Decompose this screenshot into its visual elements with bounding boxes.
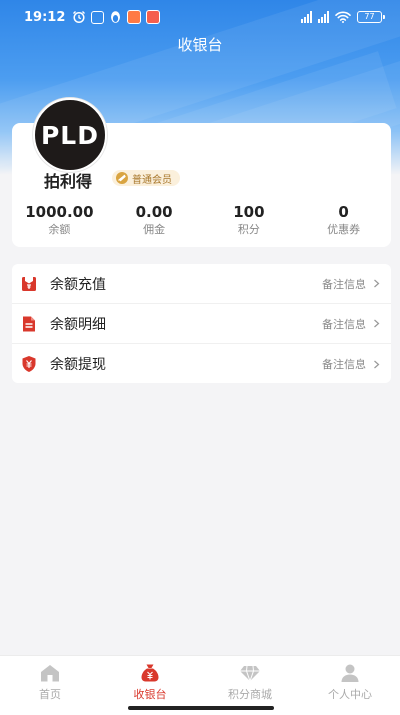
chevron-right-icon [374,360,380,368]
tab-label: 积分商城 [228,688,272,701]
stat-value: 0 [338,203,349,221]
tab-profile[interactable]: 个人中心 [300,656,400,715]
avatar[interactable]: PLD [33,98,107,172]
diamond-icon [240,665,260,683]
vip-icon [116,172,128,184]
menu-label: 余额充值 [50,276,106,293]
menu-note: 备注信息 [322,277,366,291]
shield-yuan-icon [22,356,36,372]
stat-value: 1000.00 [25,203,94,221]
status-bar: 19:12 77 [0,0,400,34]
account-stats: 1000.00 余额 0.00 佣金 100 积分 0 优惠券 [12,202,391,242]
document-icon [23,316,35,331]
menu-item-withdraw[interactable]: 余额提现 备注信息 [12,344,391,384]
menu-label: 余额明细 [50,316,106,333]
signal-icon [318,11,329,23]
recharge-icon [22,276,36,291]
chevron-right-icon [374,319,380,328]
orange-app-icon [127,10,142,24]
home-icon [41,665,59,682]
status-time: 19:12 [24,9,66,25]
wifi-icon [335,11,351,23]
menu-item-recharge[interactable]: 余额充值 备注信息 [12,264,391,304]
menu-item-details[interactable]: 余额明细 备注信息 [12,304,391,344]
alarm-icon [72,10,86,24]
member-level-label: 普通会员 [132,174,172,186]
money-bag-icon [141,664,159,682]
person-icon [341,664,359,682]
red-app-icon [146,10,161,24]
menu-note: 备注信息 [322,358,366,371]
menu-label: 余额提现 [50,357,106,373]
tab-label: 个人中心 [328,688,372,701]
chevron-right-icon [374,279,380,288]
stat-label: 积分 [237,223,260,236]
menu-note: 备注信息 [322,317,366,331]
battery-icon: 77 [357,11,385,23]
app-notification-icon [91,10,105,24]
stat-label: 佣金 [143,223,166,236]
balance-menu: 余额充值 备注信息 余额明细 备注信息 余额提现 备注信息 [12,264,391,383]
tab-home[interactable]: 首页 [0,656,100,715]
page-title: 收银台 [177,36,223,54]
stat-coupons[interactable]: 0 优惠券 [296,202,391,242]
user-name: 拍利得 [44,172,93,191]
home-indicator [128,706,274,710]
stat-points[interactable]: 100 积分 [202,202,297,242]
stat-value: 0.00 [135,203,173,221]
stat-commission[interactable]: 0.00 佣金 [107,202,202,242]
tab-label: 收银台 [133,688,167,701]
member-badge: 普通会员 [112,170,180,186]
stat-balance[interactable]: 1000.00 余额 [12,202,107,242]
tab-label: 首页 [39,688,61,701]
stat-label: 余额 [48,223,71,236]
stat-value: 100 [233,203,265,221]
penguin-icon [109,10,122,24]
stat-label: 优惠券 [327,223,361,236]
signal-icon [301,11,312,23]
